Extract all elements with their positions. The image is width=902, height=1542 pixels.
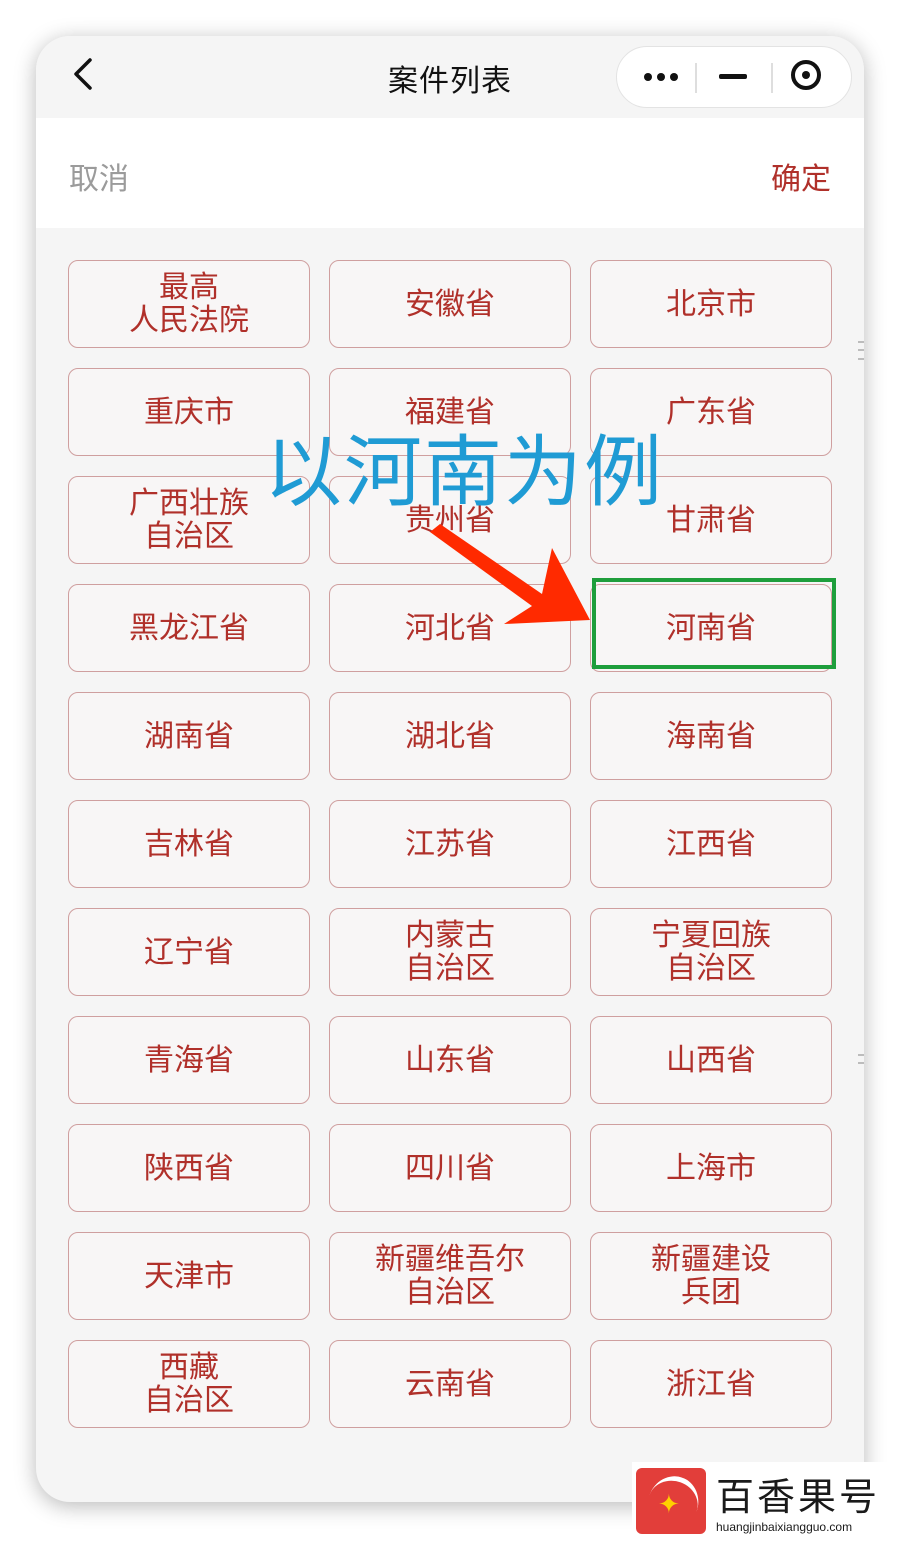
navigation-bar: 案件列表 [36,36,864,118]
province-option[interactable]: 江西省 [590,800,832,888]
background-edge-mark [858,1062,864,1064]
capsule-divider [695,63,697,93]
highlight-box-henan [592,578,836,669]
province-option[interactable]: 青海省 [68,1016,310,1104]
province-option[interactable]: 山东省 [329,1016,571,1104]
province-option[interactable]: 浙江省 [590,1340,832,1428]
mini-program-capsule [616,46,852,108]
province-option[interactable]: 黑龙江省 [68,584,310,672]
background-edge-mark [858,358,864,360]
background-edge-mark [858,341,864,343]
close-target-icon[interactable] [791,60,821,90]
watermark-name: 百香果号 [716,1475,881,1519]
province-option[interactable]: 吉林省 [68,800,310,888]
province-option[interactable]: 西藏 自治区 [68,1340,310,1428]
province-option[interactable]: 内蒙古 自治区 [329,908,571,996]
province-option[interactable]: 安徽省 [329,260,571,348]
province-option[interactable]: 辽宁省 [68,908,310,996]
province-option[interactable]: 海南省 [590,692,832,780]
province-option[interactable]: 新疆建设 兵团 [590,1232,832,1320]
province-option[interactable]: 宁夏回族 自治区 [590,908,832,996]
province-option[interactable]: 湖北省 [329,692,571,780]
phone-screen: 案件列表 取消 确定 最高 人民法院 安徽省 北京市 重庆市 福建省 广东省 广西壮族 自治… [36,36,864,1502]
watermark-url: huangjinbaixiangguo.com [716,1520,853,1534]
more-icon[interactable] [637,47,685,107]
red-arrow-icon [430,524,590,624]
annotation-text: 以河南为例 [264,428,665,518]
cancel-button[interactable]: 取消 [69,154,129,198]
province-option[interactable]: 云南省 [329,1340,571,1428]
province-option[interactable]: 北京市 [590,260,832,348]
province-option[interactable]: 天津市 [68,1232,310,1320]
brand-logo-icon: ✦ [636,1468,706,1534]
minimize-icon[interactable] [719,74,747,79]
capsule-divider [771,63,773,93]
picker-action-bar: 取消 确定 [36,118,864,228]
province-option[interactable]: 四川省 [329,1124,571,1212]
province-option[interactable]: 湖南省 [68,692,310,780]
province-option[interactable]: 最高 人民法院 [68,260,310,348]
star-icon: ✦ [658,1490,680,1520]
watermark: ✦ 百香果号 huangjinbaixiangguo.com [632,1462,902,1542]
province-option[interactable]: 山西省 [590,1016,832,1104]
background-edge-mark [858,349,864,351]
province-option[interactable]: 江苏省 [329,800,571,888]
province-option[interactable]: 上海市 [590,1124,832,1212]
background-edge-mark [858,1054,864,1056]
province-option[interactable]: 新疆维吾尔 自治区 [329,1232,571,1320]
confirm-button[interactable]: 确定 [771,154,831,198]
province-option[interactable]: 陕西省 [68,1124,310,1212]
